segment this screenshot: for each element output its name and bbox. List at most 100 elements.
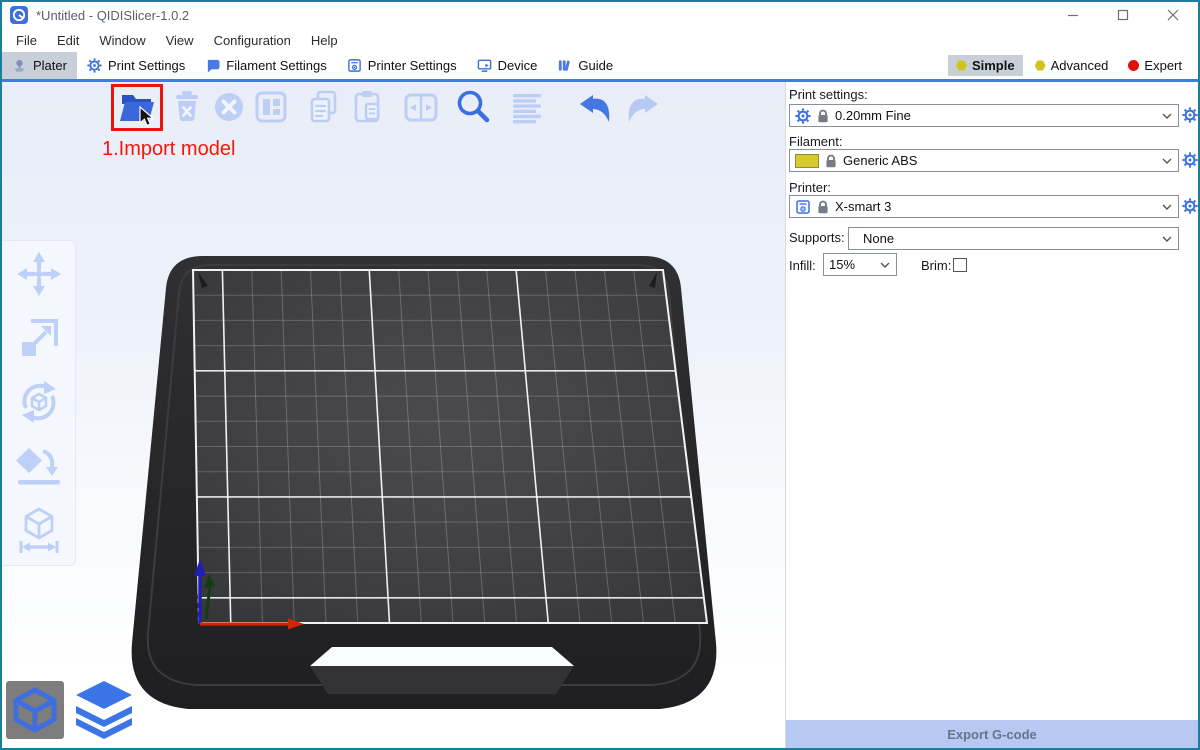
tab-label: Filament Settings <box>226 58 326 73</box>
tab-filament-settings[interactable]: Filament Settings <box>195 52 336 79</box>
mode-expert[interactable]: Expert <box>1120 55 1190 76</box>
gear-icon <box>1182 152 1198 168</box>
expert-mode-dot-icon <box>1128 60 1139 71</box>
minimize-button[interactable] <box>1048 2 1098 28</box>
window-controls <box>1048 2 1198 28</box>
brim-checkbox[interactable] <box>953 258 967 272</box>
menu-window[interactable]: Window <box>89 31 155 50</box>
content-area: 1.Import model <box>2 82 1198 750</box>
export-gcode-button[interactable]: Export G-code <box>786 720 1198 749</box>
mode-advanced[interactable]: Advanced <box>1027 55 1117 76</box>
lock-icon <box>825 154 837 168</box>
printer-label: Printer: <box>789 180 831 195</box>
rotate-tool-button[interactable] <box>15 377 63 427</box>
preview-sliced-layers-button[interactable] <box>72 679 136 742</box>
infill-value: 15% <box>829 257 855 272</box>
redo-button[interactable] <box>620 86 662 128</box>
print-settings-select[interactable]: 0.20mm Fine <box>789 104 1179 127</box>
simple-mode-dot-icon <box>956 60 967 71</box>
chevron-down-icon <box>1162 113 1172 119</box>
gear-icon <box>1182 107 1198 123</box>
measure-tool-button[interactable] <box>15 505 63 555</box>
tab-device[interactable]: Device <box>467 52 548 79</box>
import-model-button[interactable] <box>116 86 158 128</box>
copy-button[interactable] <box>304 86 346 128</box>
arrange-button[interactable] <box>250 86 292 128</box>
3d-editor-view-button[interactable] <box>6 681 64 742</box>
mode-switcher: Simple Advanced Expert <box>948 52 1198 79</box>
chevron-down-icon <box>1162 158 1172 164</box>
arrange-icon <box>251 87 291 127</box>
filament-select[interactable]: Generic ABS <box>789 149 1179 172</box>
delete-button[interactable] <box>166 86 208 128</box>
sliced-layers-icon <box>72 679 136 739</box>
minimize-icon <box>1067 9 1079 21</box>
3d-editor-view-icon <box>6 681 64 739</box>
paste-icon <box>347 87 387 127</box>
delete-icon <box>167 87 207 127</box>
tab-printer-settings[interactable]: Printer Settings <box>337 52 467 79</box>
redo-icon <box>621 87 661 127</box>
supports-label: Supports: <box>789 230 845 245</box>
object-manipulation-toolbar <box>2 240 76 566</box>
maximize-icon <box>1117 9 1129 21</box>
filament-value: Generic ABS <box>843 153 917 168</box>
search-button[interactable] <box>452 86 494 128</box>
mode-simple[interactable]: Simple <box>948 55 1023 76</box>
copy-icon <box>305 87 345 127</box>
gear-icon <box>87 58 102 73</box>
measure-icon <box>15 506 63 554</box>
print-bed-scene <box>2 82 786 750</box>
settings-panel: Print settings: 0.20mm Fine Filament: Ge… <box>785 82 1198 750</box>
infill-label: Infill: <box>789 258 816 273</box>
3d-viewport[interactable]: 1.Import model <box>2 82 785 750</box>
edit-printer-button[interactable] <box>1182 198 1198 214</box>
move-tool-button[interactable] <box>15 249 63 299</box>
supports-select[interactable]: None <box>848 227 1179 250</box>
tab-guide[interactable]: Guide <box>547 52 623 79</box>
guide-books-icon <box>557 58 572 73</box>
chevron-down-icon <box>880 262 890 268</box>
menu-file[interactable]: File <box>6 31 47 50</box>
advanced-mode-dot-icon <box>1035 60 1046 71</box>
main-tab-bar: Plater Print Settings Filament Settings … <box>2 52 1198 82</box>
import-model-icon <box>117 87 157 127</box>
tab-print-settings[interactable]: Print Settings <box>77 52 195 79</box>
edit-filament-button[interactable] <box>1182 152 1198 168</box>
layer-list-icon <box>507 87 547 127</box>
menu-edit[interactable]: Edit <box>47 31 89 50</box>
tab-plater[interactable]: Plater <box>2 52 77 79</box>
close-icon <box>1167 9 1179 21</box>
variable-layer-height-button[interactable] <box>506 86 548 128</box>
view-mode-toolbar <box>6 679 136 742</box>
printer-select[interactable]: X-smart 3 <box>789 195 1179 218</box>
app-logo-icon <box>10 6 28 24</box>
brim-label: Brim: <box>921 258 951 273</box>
tab-label: Guide <box>578 58 613 73</box>
supports-value: None <box>863 231 894 246</box>
split-objects-button[interactable] <box>400 86 442 128</box>
printer-icon <box>795 199 811 215</box>
delete-all-icon <box>209 87 249 127</box>
scale-tool-button[interactable] <box>15 313 63 363</box>
close-button[interactable] <box>1148 2 1198 28</box>
place-on-face-tool-button[interactable] <box>15 441 63 491</box>
tab-label: Plater <box>33 58 67 73</box>
print-settings-value: 0.20mm Fine <box>835 108 911 123</box>
tab-label: Device <box>498 58 538 73</box>
undo-button[interactable] <box>576 86 618 128</box>
paste-button[interactable] <box>346 86 388 128</box>
maximize-button[interactable] <box>1098 2 1148 28</box>
menu-configuration[interactable]: Configuration <box>204 31 301 50</box>
menu-view[interactable]: View <box>156 31 204 50</box>
menu-help[interactable]: Help <box>301 31 348 50</box>
printer-icon <box>347 58 362 73</box>
gear-icon <box>795 108 811 124</box>
plater-icon <box>12 58 27 73</box>
edit-print-settings-button[interactable] <box>1182 107 1198 123</box>
filament-label: Filament: <box>789 134 842 149</box>
delete-all-button[interactable] <box>208 86 250 128</box>
infill-select[interactable]: 15% <box>823 253 897 276</box>
plater-toolbar <box>116 86 662 128</box>
lock-icon <box>817 200 829 214</box>
